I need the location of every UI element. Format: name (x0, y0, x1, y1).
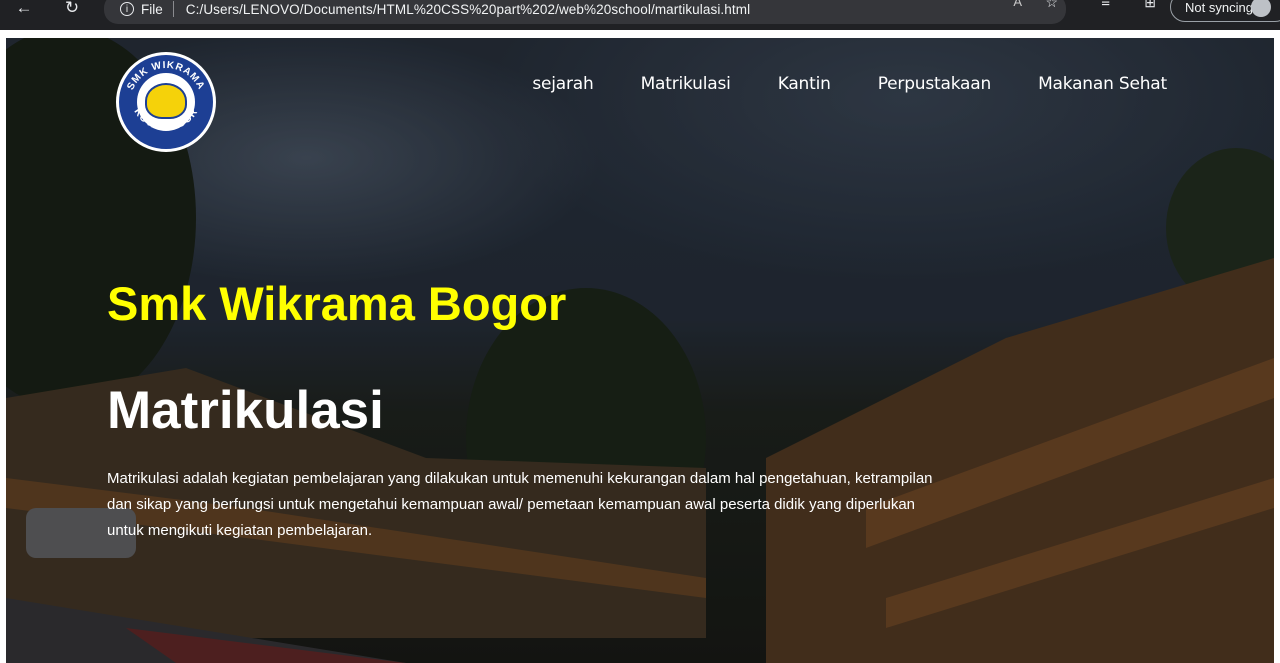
logo-text-ring: SMK WIKRAMA KOTA BOGOR (125, 60, 206, 134)
nav-sejarah[interactable]: sejarah (532, 74, 593, 94)
collections-icon[interactable]: ⊞ (1144, 0, 1156, 11)
svg-text:KOTA BOGOR: KOTA BOGOR (131, 107, 200, 134)
address-separator (172, 1, 174, 17)
building-right (766, 258, 1274, 663)
nav-matrikulasi[interactable]: Matrikulasi (641, 74, 731, 94)
tree-right (1166, 148, 1274, 308)
logo-text-bottom: KOTA BOGOR (131, 107, 199, 134)
info-icon[interactable]: i (120, 2, 134, 16)
url-text[interactable]: C:/Users/LENOVO/Documents/HTML%20CSS%20p… (186, 2, 750, 17)
read-aloud-icon[interactable]: A (1013, 0, 1022, 9)
webpage: SMK WIKRAMA KOTA BOGOR sejarah Matrikula… (6, 38, 1274, 663)
back-arrow-icon[interactable]: ← (10, 0, 38, 20)
reload-icon[interactable]: ↻ (58, 0, 86, 20)
description-text: Matrikulasi adalah kegiatan pembelajaran… (107, 470, 933, 539)
profile-label: Not syncing (1185, 0, 1253, 15)
favorites-icon[interactable]: ≡ (1101, 0, 1110, 11)
main-nav: sejarah Matrikulasi Kantin Perpustakaan … (532, 74, 1167, 94)
nav-makanan-sehat[interactable]: Makanan Sehat (1038, 74, 1167, 94)
avatar (1251, 0, 1271, 17)
svg-text:SMK WIKRAMA: SMK WIKRAMA (125, 60, 206, 92)
nav-kantin[interactable]: Kantin (778, 74, 831, 94)
file-label: File (141, 1, 163, 17)
ground (6, 598, 406, 663)
school-logo[interactable]: SMK WIKRAMA KOTA BOGOR (116, 52, 216, 152)
ground-red (126, 628, 406, 663)
browser-toolbar: ← ↻ i File C:/Users/LENOVO/Documents/HTM… (0, 0, 1280, 30)
logo-text-top: SMK WIKRAMA (125, 60, 205, 92)
profile-button[interactable]: Not syncing (1170, 0, 1280, 22)
brand-heading: Smk Wikrama Bogor (107, 277, 567, 330)
nav-perpustakaan[interactable]: Perpustakaan (878, 74, 992, 94)
address-bar[interactable]: i File C:/Users/LENOVO/Documents/HTML%20… (104, 0, 1066, 24)
add-favorite-icon[interactable]: ☆ (1045, 0, 1058, 11)
page-title: Matrikulasi (107, 381, 384, 440)
